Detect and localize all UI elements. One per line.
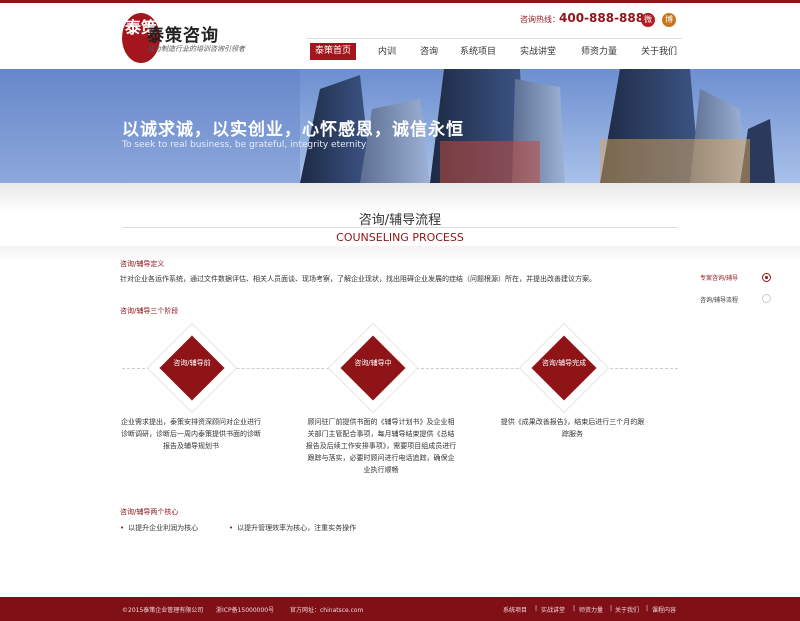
- nav-item-inhouse[interactable]: 内训: [378, 44, 396, 60]
- banner-title: 以诚求诚，以实创业，心怀感恩，诚信永恒: [122, 120, 464, 140]
- hotline-label: 咨询热线：: [520, 15, 560, 24]
- nav-item-about[interactable]: 关于我们: [641, 44, 677, 60]
- brand-slogan: 成为制造行业的培训咨询引领者: [147, 45, 245, 53]
- nav-item-consulting[interactable]: 咨询: [420, 44, 438, 60]
- stage-complete-text: 提供《成果改善报告》，结束后进行三个月的跟踪服务: [500, 418, 645, 438]
- footer-separator: |: [573, 605, 576, 612]
- footer-link-system-projects[interactable]: 系统项目: [503, 605, 527, 614]
- side-nav-item-process[interactable]: 咨询/辅导流程: [700, 295, 738, 304]
- wechat-icon[interactable]: 微: [641, 13, 655, 27]
- footer-separator: |: [646, 605, 649, 612]
- footer-copyright: ©2015泰策企业管理有限公司: [122, 607, 204, 614]
- banner-subtitle: To seek to real business, be grateful, i…: [122, 140, 367, 150]
- side-nav-dot[interactable]: [762, 294, 771, 303]
- stage-complete-diamond: 咨询/辅导完成: [518, 322, 610, 414]
- footer-link-faculty[interactable]: 师资力量: [579, 605, 603, 614]
- header: 泰策 泰策咨询 成为制造行业的培训咨询引领者 咨询热线： 400-888-888…: [0, 3, 800, 69]
- stage-label: 咨询/辅导完成: [541, 359, 587, 367]
- hotline-number: 400-888-8888: [559, 11, 653, 25]
- bullet-icon: •: [120, 524, 125, 532]
- stage-during-diamond: 咨询/辅导中: [327, 322, 419, 414]
- footer-site[interactable]: 官方网址：chinatsce.com: [290, 605, 363, 614]
- stage-label: 咨询/辅导中: [354, 359, 392, 367]
- footer: ©2015泰策企业管理有限公司 浙ICP备15000000号 官方网址：chin…: [0, 597, 800, 621]
- core-item-label: 以提升管理效率为核心，注重实务操作: [237, 524, 357, 532]
- stage-label: 咨询/辅导前: [173, 359, 211, 367]
- section-divider: [122, 227, 678, 228]
- footer-icp[interactable]: 浙ICP备15000000号: [216, 605, 274, 614]
- footer-link-lectures[interactable]: 实战讲堂: [541, 605, 565, 614]
- nav-item-system-projects[interactable]: 系统项目: [460, 44, 496, 60]
- footer-separator: |: [610, 605, 613, 612]
- hero-banner: 以诚求诚，以实创业，心怀感恩，诚信永恒 To seek to real busi…: [0, 69, 800, 183]
- bullet-icon: •: [229, 524, 234, 532]
- nav-item-faculty[interactable]: 师资力量: [581, 44, 617, 60]
- weibo-icon[interactable]: 博: [662, 13, 676, 27]
- footer-separator: |: [535, 605, 538, 612]
- stage-during-text: 顾问驻厂前提供书面的《辅导计划书》及企业相关部门主管配合事项，每月辅导结束提供《…: [305, 418, 457, 474]
- core-item-label: 以提升企业利润为核心: [128, 524, 199, 532]
- core-item-profit: • 以提升企业利润为核心: [120, 523, 198, 533]
- footer-link-about[interactable]: 关于我们: [615, 605, 639, 614]
- stages-heading: 咨询/辅导三个阶段: [120, 307, 179, 315]
- side-nav-item-project-consulting[interactable]: 专案咨询/辅导: [700, 273, 738, 282]
- side-nav-dot-active[interactable]: [762, 273, 771, 282]
- definition-text: 针对企业各运作系统，通过文件数据评估、相关人员面谈、现场考察，了解企业现状，找出…: [120, 275, 596, 283]
- footer-link-courses[interactable]: 课程内容: [652, 605, 676, 614]
- nav-item-home[interactable]: 泰策首页: [310, 43, 357, 60]
- section-title: 咨询/辅导流程: [358, 213, 442, 228]
- main-nav: 泰策首页 内训 咨询 系统项目 实战讲堂 师资力量 关于我们: [306, 38, 682, 63]
- stage-before-diamond: 咨询/辅导前: [146, 322, 238, 414]
- cores-heading: 咨询/辅导两个核心: [120, 508, 179, 516]
- brand-name: 泰策咨询: [147, 26, 219, 46]
- section-subtitle: COUNSELING PROCESS: [336, 231, 464, 244]
- nav-item-lectures[interactable]: 实战讲堂: [520, 44, 556, 60]
- definition-heading: 咨询/辅导定义: [120, 260, 165, 268]
- core-item-efficiency: • 以提升管理效率为核心，注重实务操作: [229, 523, 356, 533]
- stage-before-text: 企业需求提出，泰策安排资深顾问对企业进行诊断调研，诊断后一周内泰策提供书面的诊断…: [121, 418, 261, 450]
- weibo-glyph: 博: [665, 15, 673, 24]
- wechat-glyph: 微: [644, 15, 652, 24]
